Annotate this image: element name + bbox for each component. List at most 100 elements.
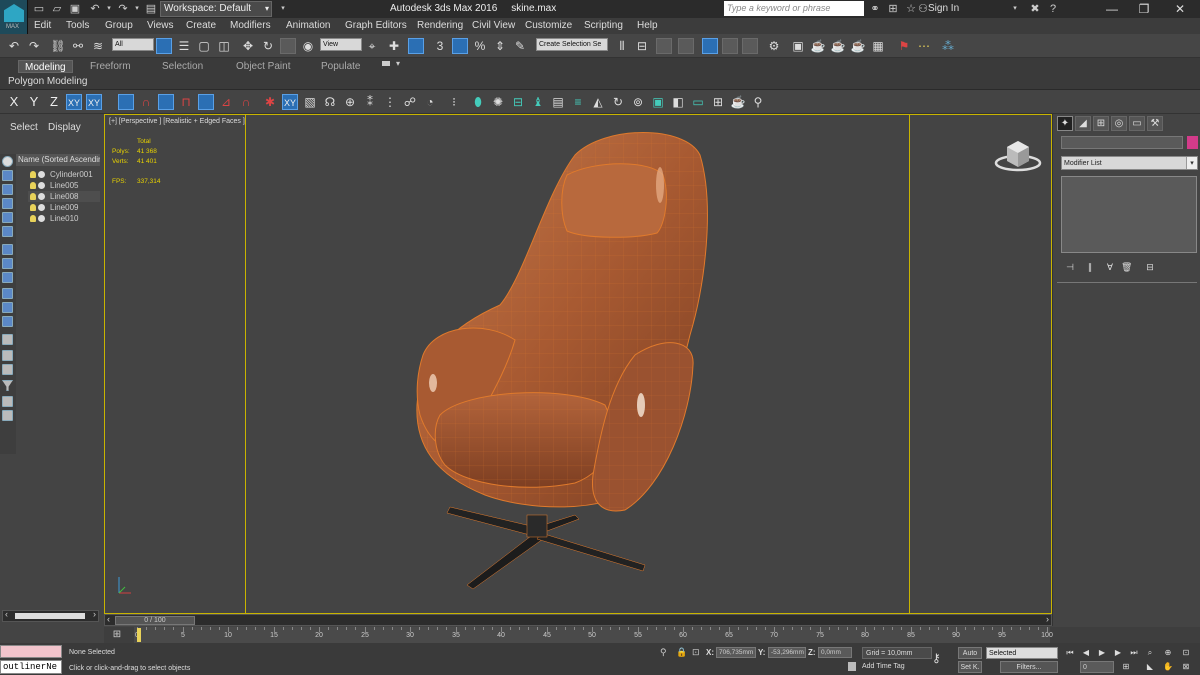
refresh-icon[interactable]: ↻ [610,94,626,110]
display-none-icon[interactable] [2,156,13,167]
spinner-snap-icon[interactable]: ⇕ [492,38,508,54]
redo-dropdown-icon[interactable]: ▾ [130,2,144,16]
workspace-dropdown[interactable]: Workspace: Default ▾ [160,1,272,17]
maximize-button[interactable]: ❐ [1126,0,1162,18]
undo-icon[interactable]: ↶ [6,38,22,54]
menu-help[interactable]: Help [637,20,658,31]
auto-key-button[interactable]: Auto [958,647,982,659]
bind-spacewarp-icon[interactable]: ≋ [90,38,106,54]
light-bulb-icon[interactable] [30,171,36,178]
list-item[interactable]: Cylinder001 [28,169,100,180]
mirror-icon[interactable]: ⫴ [614,38,630,54]
edit-named-selections-icon[interactable]: ✎ [512,38,528,54]
place-icon[interactable]: ◉ [300,38,316,54]
snap-pivot-icon[interactable]: ∩ [138,94,154,110]
next-key-icon[interactable]: ▶ [1112,647,1124,659]
snaps-toggle-icon[interactable]: 3 [432,38,448,54]
create-tab-icon[interactable]: ✦ [1057,116,1073,131]
ribbon-options-icon[interactable]: ▾ [396,59,400,68]
material-editor-icon[interactable] [742,38,758,54]
align-icon[interactable]: ⊟ [634,38,650,54]
frame-icon[interactable]: ▣ [650,94,666,110]
snap-grid-icon[interactable] [118,94,134,110]
maxscript-mini-listener-input[interactable]: outlinerNe [0,660,62,674]
grid-object-icon[interactable]: ⊚ [630,94,646,110]
zoom-all-icon[interactable]: ⊕ [1162,647,1174,659]
clone-align-icon[interactable]: ☍ [402,94,418,110]
exchange-icon[interactable]: ✖ [1028,2,1042,16]
application-menu-button[interactable]: MAX [0,0,28,34]
pin-stack-icon[interactable]: ⊣ [1065,262,1075,272]
move-icon[interactable]: ✥ [240,38,256,54]
track-bar[interactable]: ⊞ 05101520253035404550556065707580859095… [104,627,1200,643]
scroll-left-icon[interactable]: ‹ [5,609,8,619]
snapshot-icon[interactable]: ≡ [570,94,586,110]
render-setup-icon[interactable]: ⚙ [766,38,782,54]
display-groups-icon[interactable] [2,258,13,269]
scrollbar-thumb[interactable] [15,613,85,619]
remove-modifier-icon[interactable]: 🗑 [1121,262,1132,272]
menu-graph-editors[interactable]: Graph Editors [345,20,407,31]
display-tab-icon[interactable]: ▭ [1129,116,1145,131]
project-folder-icon[interactable]: ▤ [144,2,158,16]
box-icon[interactable]: ⊞ [710,94,726,110]
hierarchy-tab-icon[interactable]: ⊞ [1093,116,1109,131]
pivot-center-icon[interactable]: ⌖ [364,38,380,54]
window-crossing-icon[interactable]: ◫ [216,38,232,54]
schematic-view-icon[interactable] [722,38,738,54]
light-bulb-icon[interactable] [30,193,36,200]
scale-icon[interactable] [280,38,296,54]
menu-modifiers[interactable]: Modifiers [230,20,271,31]
pan-icon[interactable]: ✋ [1162,661,1174,673]
display-invert-icon[interactable] [2,364,13,375]
snap-endpoint-icon[interactable]: ⊓ [178,94,194,110]
layer-explorer-icon[interactable] [656,38,672,54]
menu-animation[interactable]: Animation [286,20,330,31]
lock-selection-icon[interactable]: 🔒 [676,647,687,658]
scroll-right-icon[interactable]: › [93,609,96,619]
field-of-view-icon[interactable]: ◣ [1144,661,1156,673]
zoom-extents-icon[interactable]: ⊡ [1180,647,1192,659]
constrain-z-button[interactable]: Z [46,94,62,110]
ortho-icon[interactable]: ⊕ [342,94,358,110]
render-iterative-icon[interactable]: ☕ [830,38,846,54]
z-coordinate-field[interactable]: 0,0mm [818,647,852,658]
save-file-icon[interactable]: ▣ [68,2,82,16]
activeshade-icon[interactable]: ☕ [850,38,866,54]
time-tag-icon[interactable] [848,662,856,671]
display-bones-icon[interactable] [2,288,13,299]
layer-explorer-toggle-icon[interactable] [2,410,13,421]
current-frame-field[interactable]: 0 [1080,661,1114,673]
object-name-field[interactable] [1061,136,1183,149]
search-input[interactable]: Type a keyword or phrase [724,1,864,16]
snap-center-face-icon[interactable]: ✱ [262,94,278,110]
selection-filter-dropdown[interactable]: All [112,38,154,51]
key-filters-button[interactable]: Filters... [1000,661,1058,673]
visibility-icon[interactable] [38,204,45,211]
pick-icon[interactable]: ◔ [422,94,438,110]
go-to-start-icon[interactable]: ⏮ [1064,647,1076,659]
angle-snap-icon[interactable] [452,38,468,54]
grid-icon[interactable]: ⋯ [916,38,932,54]
list-item[interactable]: Line008 [28,191,100,202]
next-frame-icon[interactable]: › [1046,614,1049,624]
link-icon[interactable]: ⛓ [50,38,66,54]
modifier-stack[interactable] [1061,176,1197,253]
new-file-icon[interactable]: ▭ [32,2,46,16]
go-to-end-icon[interactable]: ⏭ [1128,647,1140,659]
tab-selection[interactable]: Selection [156,60,209,73]
viewcube-icon[interactable] [993,135,1043,175]
filter-icon[interactable] [2,380,13,391]
sign-in-link[interactable]: Sign In [928,3,959,14]
omni-icon[interactable]: ✺ [490,94,506,110]
rotate-icon[interactable]: ↻ [260,38,276,54]
array-icon[interactable]: ⁑ [362,94,378,110]
menu-tools[interactable]: Tools [66,20,89,31]
select-by-name-icon[interactable]: ☰ [176,38,192,54]
tab-modeling[interactable]: Modeling [18,60,73,73]
constrain-x-button[interactable]: X [6,94,22,110]
utilities-tab-icon[interactable]: ⚒ [1147,116,1163,131]
menu-views[interactable]: Views [147,20,174,31]
snap-midpoint-icon[interactable]: ⊿ [218,94,234,110]
snap-face-icon[interactable]: ∩ [238,94,254,110]
